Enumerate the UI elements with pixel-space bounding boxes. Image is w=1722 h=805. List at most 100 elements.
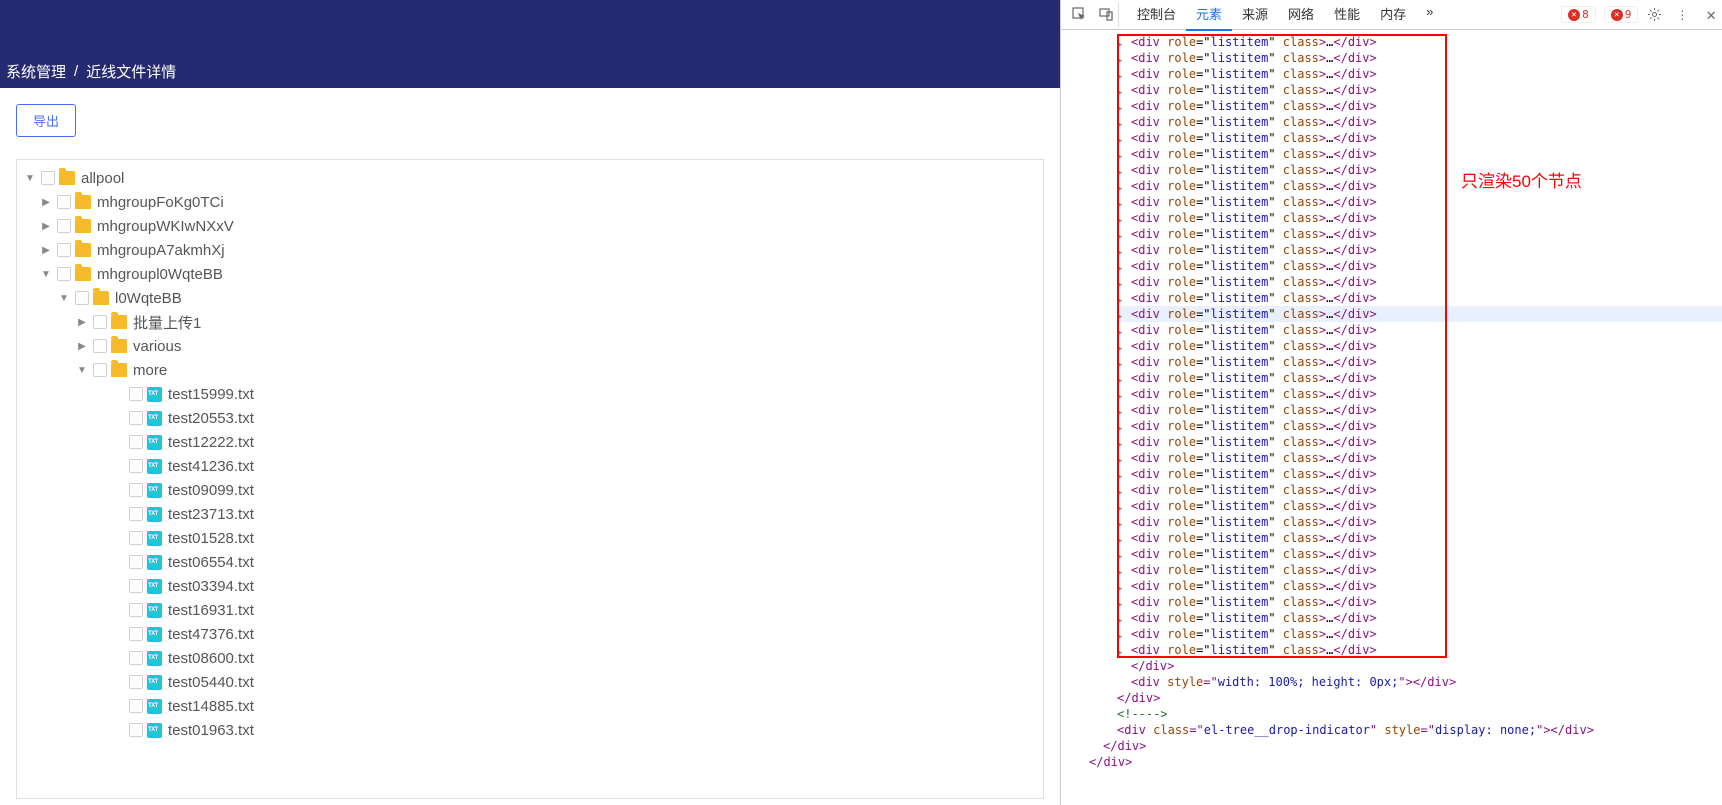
- dom-listitem-line[interactable]: ▶<div role="listitem" class>…</div>: [1117, 562, 1722, 578]
- warning-badge[interactable]: ✕9: [1604, 6, 1639, 23]
- dom-listitem-line[interactable]: ▶<div role="listitem" class>…</div>: [1117, 386, 1722, 402]
- device-toggle-icon[interactable]: [1095, 3, 1119, 27]
- dom-listitem-line[interactable]: ▶<div role="listitem" class>…</div>: [1117, 642, 1722, 658]
- dom-listitem-line[interactable]: ▶<div role="listitem" class>…</div>: [1117, 370, 1722, 386]
- dom-listitem-line[interactable]: ▶<div role="listitem" class>…</div>: [1117, 210, 1722, 226]
- caret-down-icon[interactable]: ▼: [23, 173, 37, 184]
- tree-node-file[interactable]: test06554.txt: [17, 550, 1043, 574]
- dom-listitem-line[interactable]: ▶<div role="listitem" class>…</div>: [1117, 194, 1722, 210]
- tree-node-folder[interactable]: ▼l0WqteBB: [17, 286, 1043, 310]
- checkbox[interactable]: [57, 219, 71, 233]
- dom-line[interactable]: </div>: [1117, 690, 1722, 706]
- tree-node-file[interactable]: test47376.txt: [17, 622, 1043, 646]
- export-button[interactable]: 导出: [16, 104, 76, 137]
- tree-node-file[interactable]: test23713.txt: [17, 502, 1043, 526]
- dom-listitem-line[interactable]: ▶<div role="listitem" class>…</div>: [1117, 258, 1722, 274]
- checkbox[interactable]: [129, 675, 143, 689]
- tab-elements[interactable]: 元素: [1186, 0, 1232, 31]
- dom-listitem-line[interactable]: ▶<div role="listitem" class>…</div>: [1117, 162, 1722, 178]
- caret-right-icon[interactable]: ▶: [75, 341, 89, 352]
- checkbox[interactable]: [41, 171, 55, 185]
- dom-listitem-line[interactable]: ▶<div role="listitem" class>…</div>: [1117, 418, 1722, 434]
- tab-more[interactable]: »: [1416, 0, 1443, 31]
- tab-performance[interactable]: 性能: [1324, 0, 1370, 31]
- file-tree[interactable]: ▼ allpool ▶mhgroupFoKg0TCi▶mhgroupWKIwNX…: [16, 159, 1044, 799]
- dom-listitem-line[interactable]: ▶<div role="listitem" class>…</div>: [1117, 130, 1722, 146]
- tree-node-file[interactable]: test09099.txt: [17, 478, 1043, 502]
- dom-listitem-line[interactable]: ▶<div role="listitem" class>…</div>: [1117, 594, 1722, 610]
- tab-network[interactable]: 网络: [1278, 0, 1324, 31]
- caret-down-icon[interactable]: ▼: [75, 365, 89, 376]
- kebab-icon[interactable]: ⋮: [1670, 3, 1694, 27]
- caret-right-icon[interactable]: ▶: [39, 245, 53, 256]
- checkbox[interactable]: [129, 387, 143, 401]
- tree-node-file[interactable]: test01528.txt: [17, 526, 1043, 550]
- elements-tree[interactable]: ▶<div role="listitem" class>…</div>▶<div…: [1061, 30, 1722, 805]
- checkbox[interactable]: [129, 459, 143, 473]
- dom-listitem-line[interactable]: ▶<div role="listitem" class>…</div>: [1117, 82, 1722, 98]
- dom-listitem-line[interactable]: ▶<div role="listitem" class>…</div>: [1117, 482, 1722, 498]
- tab-memory[interactable]: 内存: [1370, 0, 1416, 31]
- inspect-icon[interactable]: [1067, 3, 1091, 27]
- dom-listitem-line[interactable]: ▶<div role="listitem" class>…</div>: [1117, 34, 1722, 50]
- dom-listitem-line[interactable]: ▶<div role="listitem" class>…</div>: [1117, 98, 1722, 114]
- checkbox[interactable]: [75, 291, 89, 305]
- caret-down-icon[interactable]: ▼: [39, 269, 53, 280]
- checkbox[interactable]: [129, 555, 143, 569]
- checkbox[interactable]: [93, 315, 107, 329]
- tree-node-folder[interactable]: ▶mhgroupWKIwNXxV: [17, 214, 1043, 238]
- checkbox[interactable]: [129, 435, 143, 449]
- dom-listitem-line[interactable]: ▶<div role="listitem" class>…</div>: [1117, 226, 1722, 242]
- dom-listitem-line[interactable]: ▶<div role="listitem" class>…</div>: [1117, 290, 1722, 306]
- tree-node-file[interactable]: test01963.txt: [17, 718, 1043, 742]
- dom-listitem-line[interactable]: ▶<div role="listitem" class>…</div>: [1117, 66, 1722, 82]
- checkbox[interactable]: [129, 651, 143, 665]
- tree-node-folder[interactable]: ▼more: [17, 358, 1043, 382]
- tree-node-file[interactable]: test41236.txt: [17, 454, 1043, 478]
- dom-listitem-line[interactable]: ▶<div role="listitem" class>…</div>: [1117, 466, 1722, 482]
- tree-node-file[interactable]: test03394.txt: [17, 574, 1043, 598]
- dom-listitem-line[interactable]: ▶<div role="listitem" class>…</div>: [1117, 354, 1722, 370]
- checkbox[interactable]: [93, 339, 107, 353]
- tree-node-folder[interactable]: ▶mhgroupA7akmhXj: [17, 238, 1043, 262]
- tree-node-file[interactable]: test16931.txt: [17, 598, 1043, 622]
- dom-listitem-line[interactable]: ▶<div role="listitem" class>…</div>: [1117, 242, 1722, 258]
- tree-node-file[interactable]: test12222.txt: [17, 430, 1043, 454]
- tree-node-file[interactable]: test08600.txt: [17, 646, 1043, 670]
- tree-node-folder[interactable]: ▶various: [17, 334, 1043, 358]
- checkbox[interactable]: [129, 603, 143, 617]
- dom-listitem-line[interactable]: ▶<div role="listitem" class>…</div>: [1117, 450, 1722, 466]
- tree-node-file[interactable]: test14885.txt: [17, 694, 1043, 718]
- tree-node-folder[interactable]: ▶批量上传1: [17, 310, 1043, 334]
- dom-line[interactable]: </div>: [1117, 658, 1722, 674]
- checkbox[interactable]: [129, 411, 143, 425]
- dom-listitem-line[interactable]: ▶<div role="listitem" class>…</div>: [1117, 322, 1722, 338]
- dom-line[interactable]: <div class="el-tree__drop-indicator" sty…: [1117, 722, 1722, 738]
- caret-right-icon[interactable]: ▶: [39, 221, 53, 232]
- dom-listitem-line[interactable]: ▶<div role="listitem" class>…</div>: [1117, 546, 1722, 562]
- checkbox[interactable]: [129, 723, 143, 737]
- dom-listitem-line[interactable]: ▶<div role="listitem" class>…</div>: [1117, 514, 1722, 530]
- dom-listitem-line[interactable]: ▶<div role="listitem" class>…</div>: [1117, 274, 1722, 290]
- dom-listitem-line[interactable]: ▶<div role="listitem" class>…</div>: [1117, 114, 1722, 130]
- checkbox[interactable]: [93, 363, 107, 377]
- close-icon[interactable]: ✕: [1706, 5, 1716, 24]
- error-badge[interactable]: ✕8: [1561, 6, 1596, 23]
- dom-listitem-line[interactable]: ▶<div role="listitem" class>…</div>: [1117, 498, 1722, 514]
- dom-listitem-line[interactable]: ▶<div role="listitem" class>…</div>: [1117, 50, 1722, 66]
- dom-line[interactable]: </div>: [1089, 754, 1722, 770]
- tree-node-folder[interactable]: ▶mhgroupFoKg0TCi: [17, 190, 1043, 214]
- checkbox[interactable]: [129, 579, 143, 593]
- tab-console[interactable]: 控制台: [1127, 0, 1186, 31]
- caret-down-icon[interactable]: ▼: [57, 293, 71, 304]
- dom-listitem-line[interactable]: ▶<div role="listitem" class>…</div>: [1117, 530, 1722, 546]
- dom-listitem-line[interactable]: ▶<div role="listitem" class>…</div>: [1117, 434, 1722, 450]
- caret-right-icon[interactable]: ▶: [39, 197, 53, 208]
- checkbox[interactable]: [57, 267, 71, 281]
- caret-right-icon[interactable]: ▶: [75, 317, 89, 328]
- checkbox[interactable]: [129, 627, 143, 641]
- tree-node-file[interactable]: test20553.txt: [17, 406, 1043, 430]
- checkbox[interactable]: [129, 699, 143, 713]
- checkbox[interactable]: [129, 507, 143, 521]
- dom-line[interactable]: <div style="width: 100%; height: 0px;"><…: [1117, 674, 1722, 690]
